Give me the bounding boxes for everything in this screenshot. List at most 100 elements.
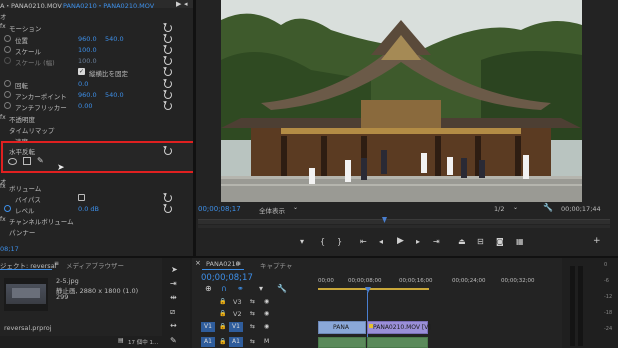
clip-pana0210-a1[interactable]: [367, 337, 428, 348]
scale-reset-icon[interactable]: [164, 46, 172, 54]
timeline-menu-icon[interactable]: ≡: [236, 260, 241, 268]
timeline-timecode[interactable]: 00;00;08;17: [201, 273, 253, 283]
level-reset-icon[interactable]: [164, 205, 172, 213]
antiflicker-reset-icon[interactable]: [164, 102, 172, 110]
export-frame-camera-icon[interactable]: ◙: [496, 238, 504, 246]
comparison-view-icon[interactable]: ▦: [516, 238, 524, 246]
v2-eye-icon[interactable]: ◉: [264, 310, 269, 318]
volume-fx-icon[interactable]: fx: [0, 183, 6, 190]
work-area-bar[interactable]: [318, 288, 429, 290]
v1-eye-icon[interactable]: ◉: [264, 323, 269, 331]
track-select-tool-icon[interactable]: ⇥: [170, 280, 177, 288]
header-expand-icon[interactable]: ◂: [184, 0, 188, 8]
a1-source-patch[interactable]: A1: [201, 337, 215, 347]
header-play-icon[interactable]: ▶: [176, 0, 181, 8]
anchor-reset-icon[interactable]: [164, 91, 172, 99]
uniform-scale-checkbox[interactable]: ✓: [78, 68, 85, 75]
v3-lock-icon[interactable]: 🔒: [219, 298, 226, 306]
ripple-edit-tool-icon[interactable]: ⇹: [170, 294, 177, 302]
add-marker-timeline-icon[interactable]: ▾: [259, 285, 263, 293]
clip-pana-v1[interactable]: PANA: [318, 321, 366, 334]
v2-sync-icon[interactable]: ⇆: [250, 310, 255, 318]
go-to-out-icon[interactable]: ⇥: [433, 238, 440, 246]
fit-dropdown-chevron-icon[interactable]: ⌄: [293, 204, 298, 212]
program-scrub-bar[interactable]: [198, 219, 610, 224]
anchor-y-value[interactable]: 540.0: [105, 91, 124, 99]
scale-value[interactable]: 100.0: [78, 46, 97, 54]
clip-pana0210-v1[interactable]: PANA0210.MOV [V]: [367, 321, 431, 334]
resolution-chevron-icon[interactable]: ⌄: [513, 204, 518, 212]
extract-icon[interactable]: ⊟: [477, 238, 484, 246]
antiflicker-value[interactable]: 0.00: [78, 102, 92, 110]
timeline-sequence-tab[interactable]: PANA0210: [206, 260, 240, 268]
motion-fx-icon[interactable]: fx: [0, 23, 6, 30]
bypass-reset-icon[interactable]: [164, 194, 172, 202]
scale-stopwatch-icon[interactable]: [4, 46, 11, 53]
v1-sync-icon[interactable]: ⇆: [250, 323, 255, 331]
ellipse-mask-icon[interactable]: [8, 158, 17, 165]
program-timecode[interactable]: 00;00;08;17: [198, 205, 241, 213]
a1-lock-icon[interactable]: 🔒: [219, 338, 226, 346]
clip-thumbnail[interactable]: [4, 278, 48, 311]
step-back-icon[interactable]: ◂: [379, 238, 383, 246]
go-to-in-icon[interactable]: ⇤: [360, 238, 367, 246]
selection-tool-icon[interactable]: ➤: [171, 266, 178, 274]
step-forward-icon[interactable]: ▸: [416, 238, 420, 246]
v3-sync-icon[interactable]: ⇆: [250, 298, 255, 306]
position-reset-icon[interactable]: [164, 35, 172, 43]
nest-toggle-icon[interactable]: ⊕: [205, 285, 212, 293]
slip-tool-icon[interactable]: ↔: [170, 322, 177, 330]
anchor-x-value[interactable]: 960.0: [78, 91, 97, 99]
v1-lock-icon[interactable]: 🔒: [219, 323, 226, 331]
list-view-icon[interactable]: ▤: [118, 337, 124, 345]
uniform-scale-reset-icon[interactable]: [164, 68, 172, 76]
v2-lock-icon[interactable]: 🔒: [219, 310, 226, 318]
v1-source-patch[interactable]: V1: [201, 322, 215, 332]
mark-in-icon[interactable]: {: [320, 238, 325, 246]
scale-width-reset-icon[interactable]: [164, 57, 172, 65]
project-panel-menu-icon[interactable]: ≡: [54, 260, 59, 268]
pen-tool-icon[interactable]: ✎: [170, 337, 177, 345]
a1-track-target[interactable]: A1: [229, 337, 243, 347]
rotation-value[interactable]: 0.0: [78, 80, 88, 88]
antiflicker-stopwatch-icon[interactable]: [4, 102, 11, 109]
snap-magnet-icon[interactable]: ∩: [221, 285, 227, 293]
position-stopwatch-icon[interactable]: [4, 35, 11, 42]
level-stopwatch-icon[interactable]: [4, 205, 11, 212]
anchor-stopwatch-icon[interactable]: [4, 91, 11, 98]
lift-icon[interactable]: ⏏: [458, 238, 466, 246]
timeline-settings-icon[interactable]: 🔧: [277, 285, 287, 293]
fit-dropdown[interactable]: 全体表示: [259, 205, 285, 215]
pen-mask-icon[interactable]: ✎: [37, 157, 44, 165]
position-y-value[interactable]: 540.0: [105, 35, 124, 43]
bypass-checkbox[interactable]: [78, 194, 85, 201]
mark-out-icon[interactable]: }: [337, 238, 342, 246]
button-editor-plus-icon[interactable]: +: [593, 237, 601, 246]
media-browser-tab[interactable]: メディアブラウザー: [66, 260, 124, 270]
channel-volume-fx-icon[interactable]: fx: [0, 216, 6, 223]
rotation-reset-icon[interactable]: [164, 80, 172, 88]
v1-track-target[interactable]: V1: [229, 322, 243, 332]
linked-selection-icon[interactable]: ⚭: [237, 285, 244, 293]
opacity-fx-icon[interactable]: fx: [0, 114, 6, 121]
a1-sync-icon[interactable]: ⇆: [250, 338, 255, 346]
position-x-value[interactable]: 960.0: [78, 35, 97, 43]
play-button-icon[interactable]: ▶: [397, 237, 404, 246]
timeline-close-icon[interactable]: ×: [195, 259, 201, 267]
razor-tool-icon[interactable]: ⧄: [170, 308, 175, 316]
capture-tab[interactable]: キャプチャ: [260, 260, 292, 270]
level-value[interactable]: 0.0 dB: [78, 205, 99, 213]
rectangle-mask-icon[interactable]: [23, 157, 31, 165]
add-marker-icon[interactable]: ▾: [300, 238, 304, 246]
resolution-dropdown[interactable]: 1/2: [494, 205, 504, 213]
settings-wrench-icon[interactable]: 🔧: [543, 204, 553, 212]
rotation-stopwatch-icon[interactable]: [4, 80, 11, 87]
horizontal-flip-reset-icon[interactable]: [164, 147, 172, 155]
clip-pana-a1[interactable]: [318, 337, 366, 348]
header-clip-name[interactable]: PANA0210・PANA0210.MOV: [63, 0, 154, 10]
program-video-frame[interactable]: [221, 0, 582, 202]
a1-mute-icon[interactable]: M: [264, 338, 269, 346]
motion-reset-icon[interactable]: [164, 24, 172, 32]
v3-eye-icon[interactable]: ◉: [264, 298, 269, 306]
timeline-ruler[interactable]: 00;00 00;00;08;00 00;00;16;00 00;00;24;0…: [318, 277, 550, 291]
